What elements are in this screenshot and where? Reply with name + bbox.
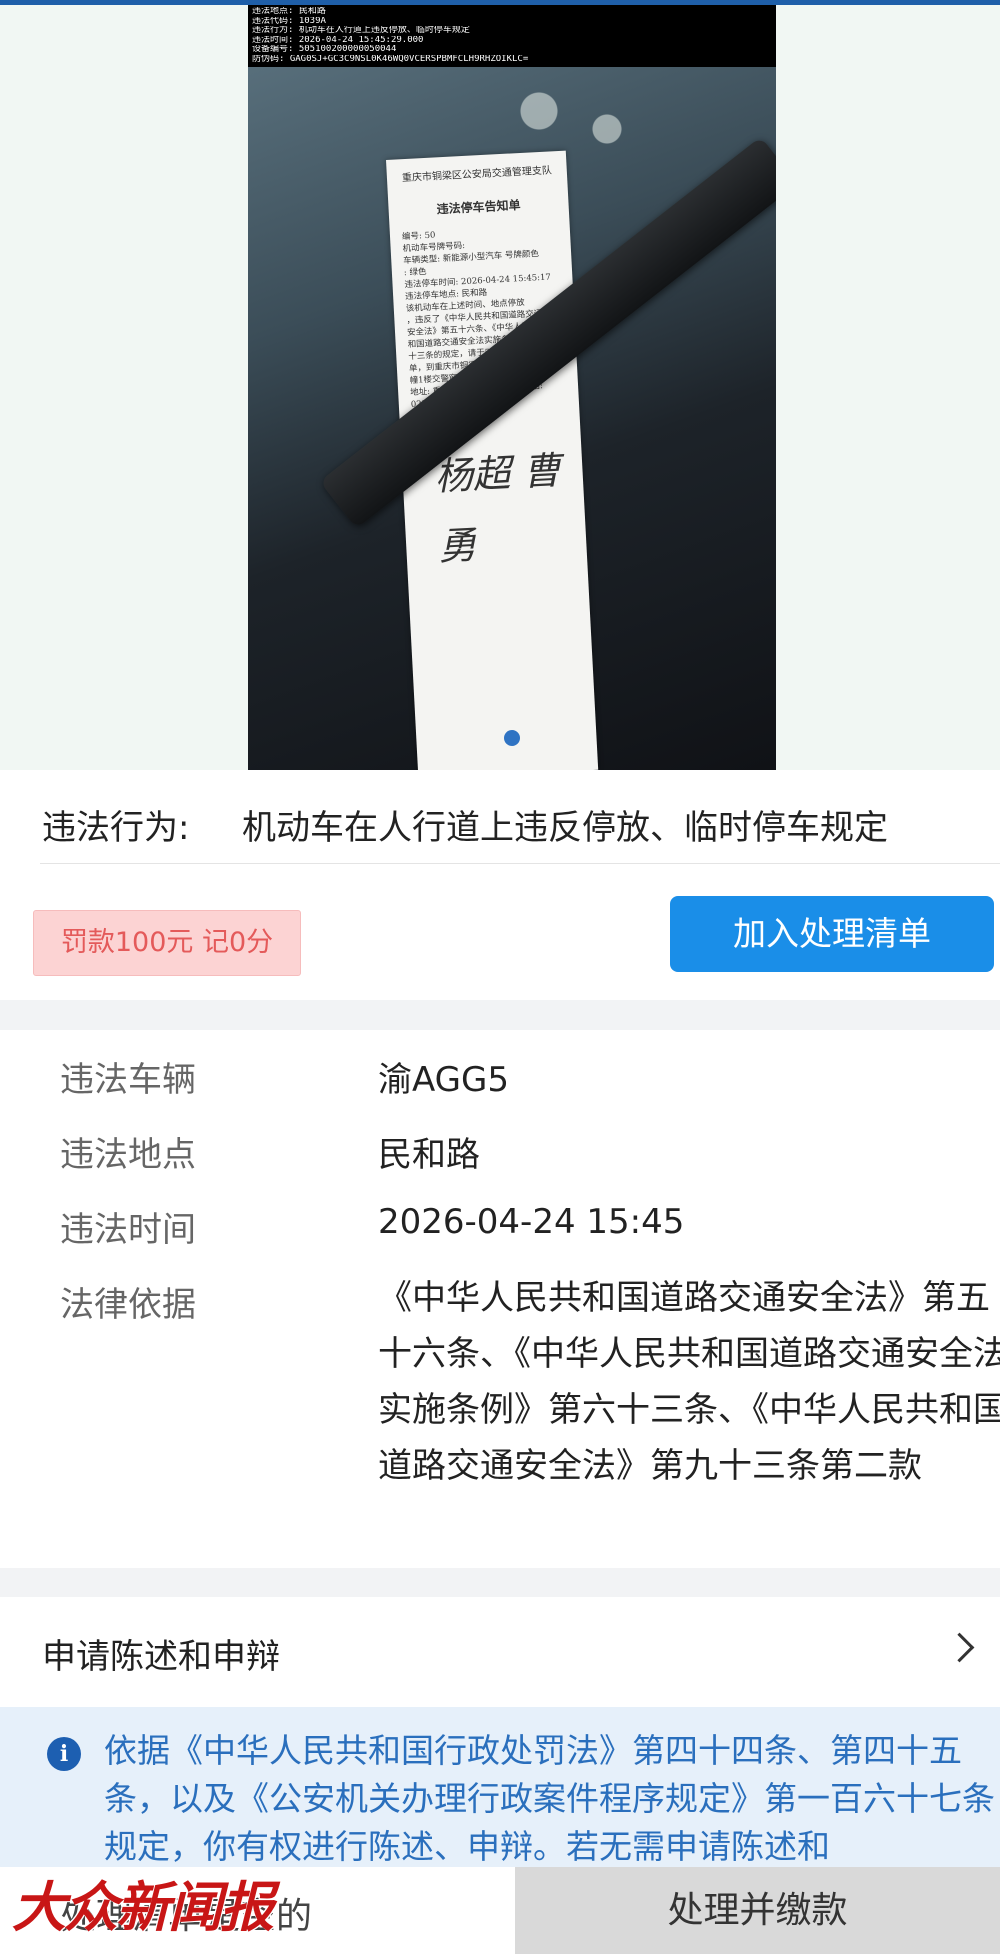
law-label: 法律依据	[60, 1285, 196, 1325]
location-value: 民和路	[378, 1135, 480, 1175]
watermark-line: 设备编号: 505100200000050044	[252, 45, 397, 55]
photo-watermark: 违法地点: 民和路 违法代码: 1039A 违法行为: 机动车在人行道上违反停放…	[248, 5, 776, 67]
info-notice: i 依据《中华人民共和国行政处罚法》第四十四条、第四十五条，以及《公安机关办理行…	[0, 1707, 1000, 1867]
appeal-row[interactable]: 申请陈述和申辩	[0, 1597, 1000, 1707]
watermark-line: 违法代码: 1039A	[252, 16, 326, 26]
windshield-stickers	[488, 75, 658, 165]
watermark-line: 防伪码: GAG0SJ+GC3C9NSL0K46WQ0VCERSPBMFCLH9…	[252, 54, 529, 64]
violation-behavior-value: 机动车在人行道上违反停放、临时停车规定	[242, 808, 888, 848]
violation-behavior-row: 违法行为: 机动车在人行道上违反停放、临时停车规定	[42, 800, 888, 849]
carousel-indicator-dot[interactable]	[504, 730, 520, 746]
vehicle-label: 违法车辆	[60, 1060, 196, 1100]
location-label: 违法地点	[60, 1135, 196, 1175]
newspaper-logo: 大众新闻报	[12, 1875, 274, 1939]
ticket-header: 重庆市铜梁区公安局交通管理支队	[401, 165, 553, 185]
ticket-title: 违法停车告知单	[436, 198, 521, 217]
watermark-line: 违法行为: 机动车在人行道上违反停放、临时停车规定	[252, 26, 470, 36]
vehicle-value: 渝AGG5	[378, 1060, 509, 1100]
appeal-label: 申请陈述和申辩	[42, 1637, 280, 1677]
watermark-line: 违法时间: 2026-04-24 15:45:29.000	[252, 35, 424, 45]
add-to-list-button[interactable]: 加入处理清单	[670, 896, 994, 972]
time-label: 违法时间	[60, 1210, 196, 1250]
violation-details: 违法车辆 渝AGG5 违法地点 民和路 违法时间 2026-04-24 15:4…	[0, 1030, 1000, 1568]
photo-carousel[interactable]: 违法地点: 民和路 违法代码: 1039A 违法行为: 机动车在人行道上违反停放…	[0, 5, 1000, 770]
chevron-right-icon	[944, 1632, 975, 1663]
time-value: 2026-04-24 15:45	[378, 1202, 685, 1242]
info-icon: i	[47, 1737, 81, 1771]
process-and-pay-button[interactable]: 处理并缴款	[515, 1867, 1000, 1954]
violation-card: 违法行为: 机动车在人行道上违反停放、临时停车规定 罚款100元 记0分 加入处理…	[0, 770, 1000, 1000]
evidence-photo[interactable]: 违法地点: 民和路 违法代码: 1039A 违法行为: 机动车在人行道上违反停放…	[248, 5, 776, 770]
info-notice-text: 依据《中华人民共和国行政处罚法》第四十四条、第四十五条，以及《公安机关办理行政案…	[104, 1731, 995, 1866]
violation-behavior-label: 违法行为:	[42, 808, 190, 848]
law-value: 《中华人民共和国道路交通安全法》第五十六条、《中华人民共和国道路交通安全法实施条…	[378, 1278, 1000, 1486]
watermark-line: 违法地点: 民和路	[252, 7, 326, 16]
fine-badge: 罚款100元 记0分	[33, 910, 301, 976]
divider	[40, 863, 1000, 864]
